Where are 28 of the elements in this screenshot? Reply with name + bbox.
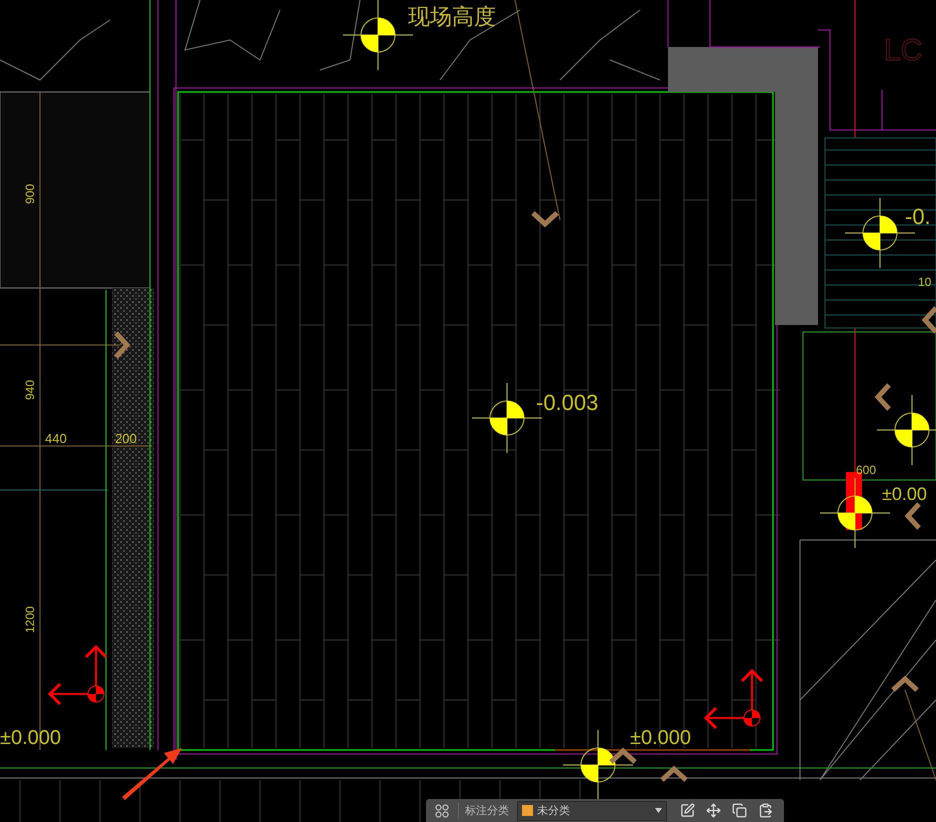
section-marker-icon [704,668,764,730]
chevron-icon [874,383,891,411]
elevation-label: ±0.00 [882,484,927,504]
chevron-icon [114,331,130,359]
arrow-icon [122,748,182,800]
section-marker-icon [48,644,108,706]
chevron-icon [660,766,688,782]
elevation-marker-icon [876,394,936,466]
chevron-icon [891,676,919,692]
chevron-icon [609,748,637,764]
elevation-label: -0. [905,204,931,229]
toolbar-label: 标注分类 [458,803,511,818]
drawing-label: LC [884,34,922,67]
elevation-label: -0.003 [536,390,598,415]
dimension-label: 900 [23,184,37,204]
chevron-icon [904,502,921,530]
chevron-icon [531,211,559,228]
caret-icon [655,808,662,813]
dimension-label: 440 [45,431,67,446]
dimension-label: 1200 [23,606,37,633]
dimension-label: 10 [918,275,932,289]
category-dropdown[interactable]: 未分类 [517,800,667,820]
dimension-label: 600 [856,463,876,477]
note-label: 现场高度 [408,5,496,30]
elevation-label: ±0.000 [630,727,692,749]
dimension-label: 940 [23,380,37,400]
dimension-label: 200 [115,431,137,446]
chevron-icon [922,306,936,334]
